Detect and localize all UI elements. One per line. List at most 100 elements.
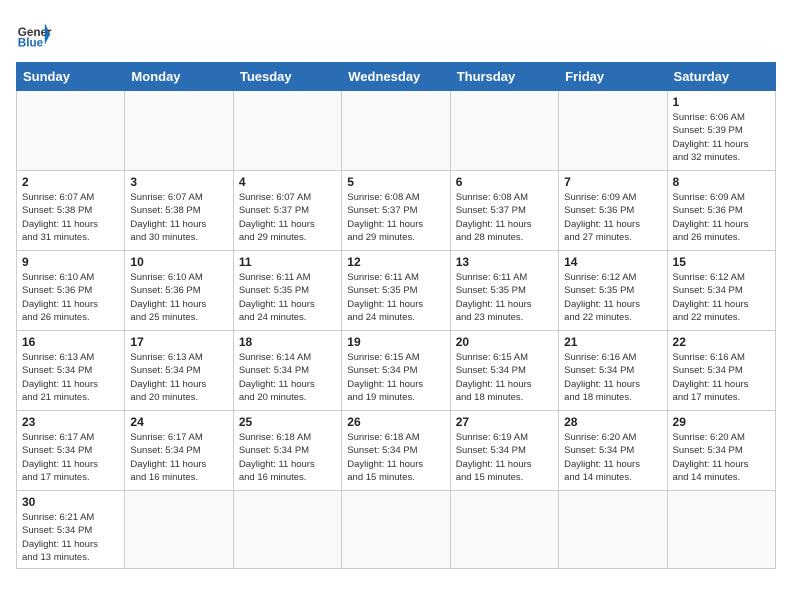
- calendar-cell: 14 Sunrise: 6:12 AM Sunset: 5:35 PM Dayli…: [559, 251, 667, 331]
- day-number: 11: [239, 255, 336, 269]
- day-number: 20: [456, 335, 553, 349]
- day-number: 30: [22, 495, 119, 509]
- day-info: Sunrise: 6:19 AM Sunset: 5:34 PM Dayligh…: [456, 431, 553, 484]
- calendar-cell: [342, 491, 450, 569]
- calendar-week-3: 9 Sunrise: 6:10 AM Sunset: 5:36 PM Daylig…: [17, 251, 776, 331]
- day-info: Sunrise: 6:15 AM Sunset: 5:34 PM Dayligh…: [456, 351, 553, 404]
- day-info: Sunrise: 6:17 AM Sunset: 5:34 PM Dayligh…: [22, 431, 119, 484]
- calendar-cell: 16 Sunrise: 6:13 AM Sunset: 5:34 PM Dayli…: [17, 331, 125, 411]
- day-number: 16: [22, 335, 119, 349]
- calendar-cell: 17Sunrise: 6:13 AM Sunset: 5:34 PM Dayli…: [125, 331, 233, 411]
- weekday-header-wednesday: Wednesday: [342, 63, 450, 91]
- day-info: Sunrise: 6:18 AM Sunset: 5:34 PM Dayligh…: [347, 431, 444, 484]
- calendar-cell: 15 Sunrise: 6:12 AM Sunset: 5:34 PM Dayli…: [667, 251, 775, 331]
- day-info: Sunrise: 6:20 AM Sunset: 5:34 PM Dayligh…: [673, 431, 770, 484]
- calendar-cell: [233, 491, 341, 569]
- weekday-header-thursday: Thursday: [450, 63, 558, 91]
- day-number: 13: [456, 255, 553, 269]
- logo-icon: General Blue: [16, 16, 52, 52]
- day-info: Sunrise: 6:13 AM Sunset: 5:34 PM Dayligh…: [22, 351, 119, 404]
- day-number: 12: [347, 255, 444, 269]
- calendar-cell: 1 Sunrise: 6:06 AM Sunset: 5:39 PM Daylig…: [667, 91, 775, 171]
- day-number: 9: [22, 255, 119, 269]
- calendar-cell: 22Sunrise: 6:16 AM Sunset: 5:34 PM Dayli…: [667, 331, 775, 411]
- weekday-header-row: SundayMondayTuesdayWednesdayThursdayFrid…: [17, 63, 776, 91]
- day-number: 7: [564, 175, 661, 189]
- calendar-cell: [450, 91, 558, 171]
- day-info: Sunrise: 6:20 AM Sunset: 5:34 PM Dayligh…: [564, 431, 661, 484]
- day-info: Sunrise: 6:10 AM Sunset: 5:36 PM Dayligh…: [22, 271, 119, 324]
- day-number: 3: [130, 175, 227, 189]
- day-number: 23: [22, 415, 119, 429]
- calendar-cell: [667, 491, 775, 569]
- calendar-cell: 6Sunrise: 6:08 AM Sunset: 5:37 PM Daylig…: [450, 171, 558, 251]
- day-number: 21: [564, 335, 661, 349]
- svg-text:Blue: Blue: [18, 37, 44, 50]
- day-number: 22: [673, 335, 770, 349]
- logo: General Blue: [16, 16, 52, 52]
- calendar-cell: 5 Sunrise: 6:08 AM Sunset: 5:37 PM Daylig…: [342, 171, 450, 251]
- day-number: 6: [456, 175, 553, 189]
- calendar-cell: 19 Sunrise: 6:15 AM Sunset: 5:34 PM Dayli…: [342, 331, 450, 411]
- calendar-cell: 10 Sunrise: 6:10 AM Sunset: 5:36 PM Dayli…: [125, 251, 233, 331]
- day-info: Sunrise: 6:15 AM Sunset: 5:34 PM Dayligh…: [347, 351, 444, 404]
- calendar-week-1: 1 Sunrise: 6:06 AM Sunset: 5:39 PM Daylig…: [17, 91, 776, 171]
- day-info: Sunrise: 6:12 AM Sunset: 5:34 PM Dayligh…: [673, 271, 770, 324]
- calendar-cell: [450, 491, 558, 569]
- day-number: 14: [564, 255, 661, 269]
- calendar-week-4: 16 Sunrise: 6:13 AM Sunset: 5:34 PM Dayli…: [17, 331, 776, 411]
- day-info: Sunrise: 6:11 AM Sunset: 5:35 PM Dayligh…: [456, 271, 553, 324]
- calendar-cell: 21 Sunrise: 6:16 AM Sunset: 5:34 PM Dayli…: [559, 331, 667, 411]
- day-info: Sunrise: 6:12 AM Sunset: 5:35 PM Dayligh…: [564, 271, 661, 324]
- calendar-cell: 2 Sunrise: 6:07 AM Sunset: 5:38 PM Daylig…: [17, 171, 125, 251]
- day-info: Sunrise: 6:18 AM Sunset: 5:34 PM Dayligh…: [239, 431, 336, 484]
- day-number: 8: [673, 175, 770, 189]
- day-info: Sunrise: 6:11 AM Sunset: 5:35 PM Dayligh…: [239, 271, 336, 324]
- weekday-header-sunday: Sunday: [17, 63, 125, 91]
- day-info: Sunrise: 6:07 AM Sunset: 5:38 PM Dayligh…: [22, 191, 119, 244]
- calendar-cell: [125, 491, 233, 569]
- calendar-cell: 18 Sunrise: 6:14 AM Sunset: 5:34 PM Dayli…: [233, 331, 341, 411]
- calendar-cell: 20 Sunrise: 6:15 AM Sunset: 5:34 PM Dayli…: [450, 331, 558, 411]
- day-info: Sunrise: 6:10 AM Sunset: 5:36 PM Dayligh…: [130, 271, 227, 324]
- weekday-header-saturday: Saturday: [667, 63, 775, 91]
- calendar-cell: 9 Sunrise: 6:10 AM Sunset: 5:36 PM Daylig…: [17, 251, 125, 331]
- calendar: SundayMondayTuesdayWednesdayThursdayFrid…: [16, 62, 776, 569]
- calendar-cell: 7Sunrise: 6:09 AM Sunset: 5:36 PM Daylig…: [559, 171, 667, 251]
- day-number: 5: [347, 175, 444, 189]
- day-number: 27: [456, 415, 553, 429]
- calendar-cell: 29 Sunrise: 6:20 AM Sunset: 5:34 PM Dayli…: [667, 411, 775, 491]
- day-info: Sunrise: 6:06 AM Sunset: 5:39 PM Dayligh…: [673, 111, 770, 164]
- day-info: Sunrise: 6:16 AM Sunset: 5:34 PM Dayligh…: [564, 351, 661, 404]
- day-number: 17: [130, 335, 227, 349]
- calendar-week-6: 30Sunrise: 6:21 AM Sunset: 5:34 PM Dayli…: [17, 491, 776, 569]
- calendar-cell: [233, 91, 341, 171]
- weekday-header-tuesday: Tuesday: [233, 63, 341, 91]
- calendar-cell: [559, 91, 667, 171]
- day-number: 29: [673, 415, 770, 429]
- day-number: 24: [130, 415, 227, 429]
- day-number: 10: [130, 255, 227, 269]
- calendar-cell: 25 Sunrise: 6:18 AM Sunset: 5:34 PM Dayli…: [233, 411, 341, 491]
- day-info: Sunrise: 6:09 AM Sunset: 5:36 PM Dayligh…: [673, 191, 770, 244]
- day-number: 4: [239, 175, 336, 189]
- day-number: 19: [347, 335, 444, 349]
- calendar-cell: 3Sunrise: 6:07 AM Sunset: 5:38 PM Daylig…: [125, 171, 233, 251]
- header: General Blue: [16, 16, 776, 52]
- calendar-cell: 27 Sunrise: 6:19 AM Sunset: 5:34 PM Dayli…: [450, 411, 558, 491]
- day-info: Sunrise: 6:17 AM Sunset: 5:34 PM Dayligh…: [130, 431, 227, 484]
- day-info: Sunrise: 6:08 AM Sunset: 5:37 PM Dayligh…: [347, 191, 444, 244]
- calendar-cell: 13 Sunrise: 6:11 AM Sunset: 5:35 PM Dayli…: [450, 251, 558, 331]
- day-number: 26: [347, 415, 444, 429]
- day-number: 15: [673, 255, 770, 269]
- calendar-cell: 8 Sunrise: 6:09 AM Sunset: 5:36 PM Daylig…: [667, 171, 775, 251]
- day-number: 25: [239, 415, 336, 429]
- day-number: 1: [673, 95, 770, 109]
- day-info: Sunrise: 6:14 AM Sunset: 5:34 PM Dayligh…: [239, 351, 336, 404]
- day-number: 18: [239, 335, 336, 349]
- calendar-cell: 11 Sunrise: 6:11 AM Sunset: 5:35 PM Dayli…: [233, 251, 341, 331]
- calendar-cell: 26 Sunrise: 6:18 AM Sunset: 5:34 PM Dayli…: [342, 411, 450, 491]
- day-number: 2: [22, 175, 119, 189]
- weekday-header-friday: Friday: [559, 63, 667, 91]
- calendar-week-2: 2 Sunrise: 6:07 AM Sunset: 5:38 PM Daylig…: [17, 171, 776, 251]
